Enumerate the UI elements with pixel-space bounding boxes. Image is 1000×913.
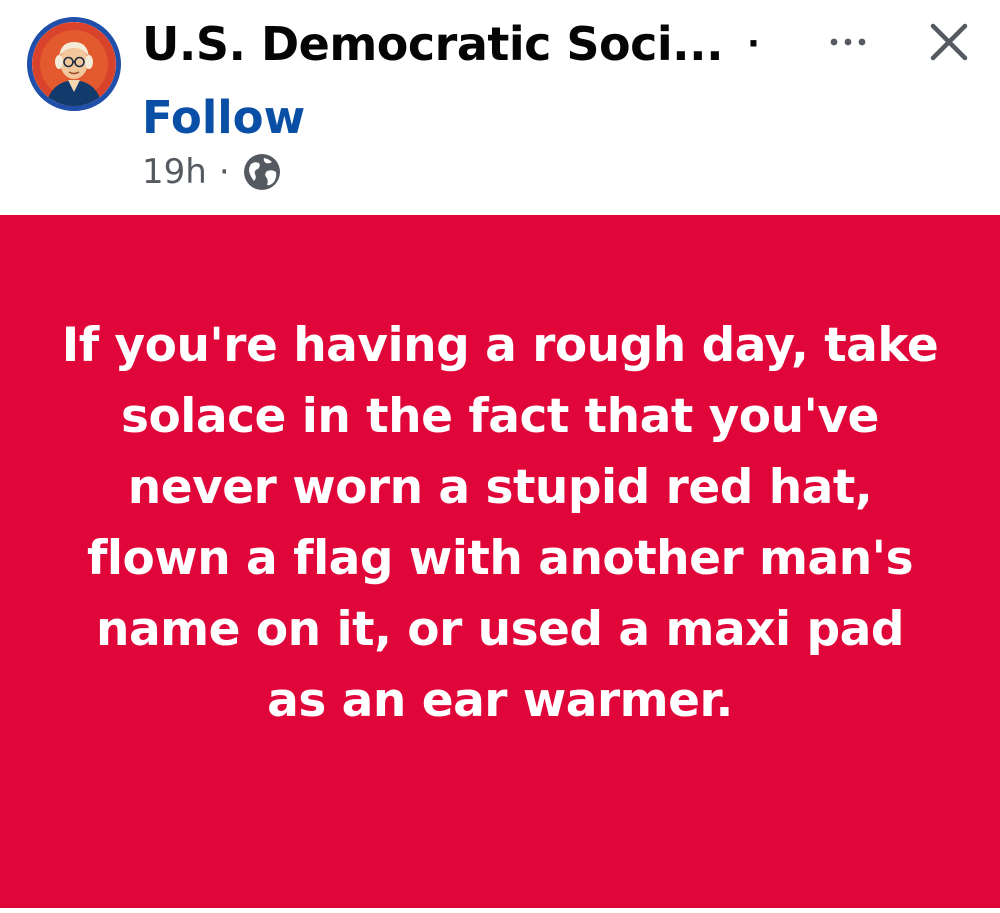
name-separator: · xyxy=(747,24,760,64)
post-header: U.S. Democratic Soci... · Follow 19h · xyxy=(0,0,1000,215)
follow-button[interactable]: Follow xyxy=(142,89,305,147)
post-bottom-divider xyxy=(0,908,1000,913)
meta-separator: · xyxy=(218,152,230,192)
avatar-portrait-icon xyxy=(32,22,116,106)
post-timestamp[interactable]: 19h xyxy=(142,152,207,192)
page-name[interactable]: U.S. Democratic Soci... xyxy=(142,14,724,74)
more-options-icon[interactable] xyxy=(826,22,870,62)
post-content-card[interactable]: If you're having a rough day, take solac… xyxy=(0,215,1000,908)
page-avatar[interactable] xyxy=(27,17,121,111)
globe-icon[interactable] xyxy=(242,152,282,192)
close-icon[interactable] xyxy=(925,18,973,66)
post-body-text: If you're having a rough day, take solac… xyxy=(61,318,939,728)
post-meta: 19h · xyxy=(142,150,282,194)
